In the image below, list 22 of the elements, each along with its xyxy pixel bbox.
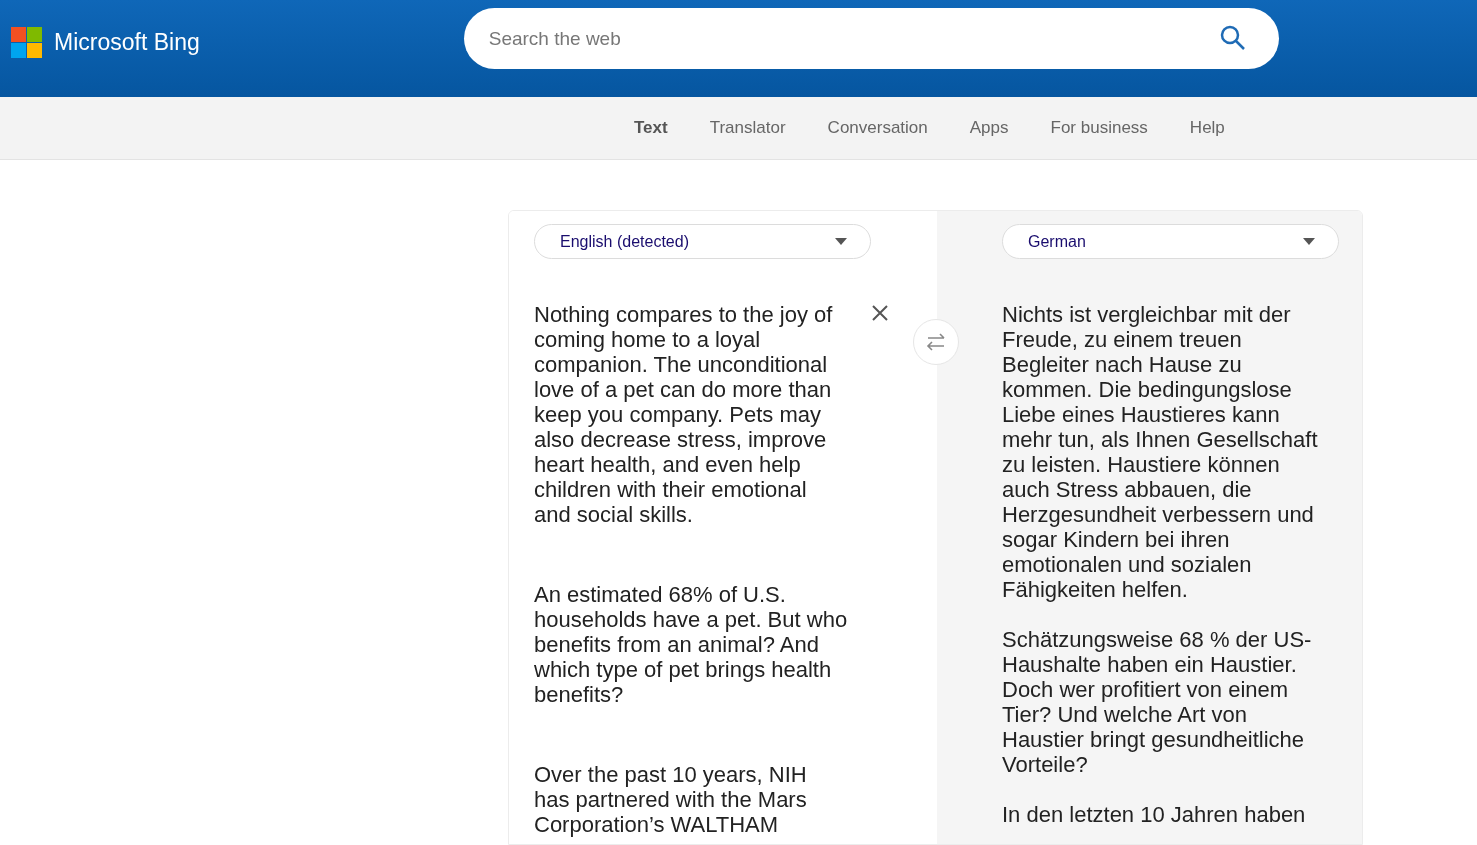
close-icon[interactable] [872,305,888,321]
caret-icon [1303,237,1315,246]
logo-icon [11,26,42,58]
source-text: Nothing compares to the joy of coming home to a loyal companion. The unconditional love of a pet can do more than keep you company. Pets may also decrease stress, improve heart health, and even help children with their emotional and social skills. [534,302,834,527]
nav-tab[interactable]: Help [1189,115,1225,141]
swap-arrows-icon [926,333,946,351]
translated-text: Nichts ist vergleichbar mit der Freude, zu einem treuen Begleiter nach Hause zu kommen. Die bedingungslose Liebe eines Haustieres kann mehr tun, als Ihnen Gesellschaft zu leisten. Haustiere können auch Stress abbauen, die Herzgesundheit verbessern und sogar Kindern bei ihren emotionalen und sozialen Fähigkeiten helfen. [1002,302,1319,602]
nav-tab[interactable]: Conversation [827,115,928,141]
nav-tab[interactable]: Apps [969,115,1009,141]
nav-tab[interactable]: For business [1050,115,1148,141]
language-dropdown[interactable]: English (detected) [534,224,871,259]
caret-icon [835,237,847,246]
translated-text: Schätzungsweise 68 % der US-Haushalte haben ein Haustier. Doch wer profitiert von einem Tier? Und welche Art von Haustier bringt gesundheitliche Vorteile? [1002,627,1313,777]
logo-text: Microsoft Bing [54,28,200,57]
nav-tab[interactable]: Text [634,115,668,141]
language-dropdown[interactable]: German [1002,224,1339,259]
nav-tab[interactable]: Translator [709,115,786,141]
source-text: Over the past 10 years, NIH has partnered with the Mars Corporation’s WALTHAM [534,762,808,837]
source-text: An estimated 68% of U.S. households have a pet. But who benefits from an animal? And which type of pet brings health benefits? [534,582,848,707]
search-field[interactable]: Search the web [463,8,1279,69]
search-icon[interactable] [1219,25,1246,51]
translated-text: In den letzten 10 Jahren haben [1002,802,1307,827]
